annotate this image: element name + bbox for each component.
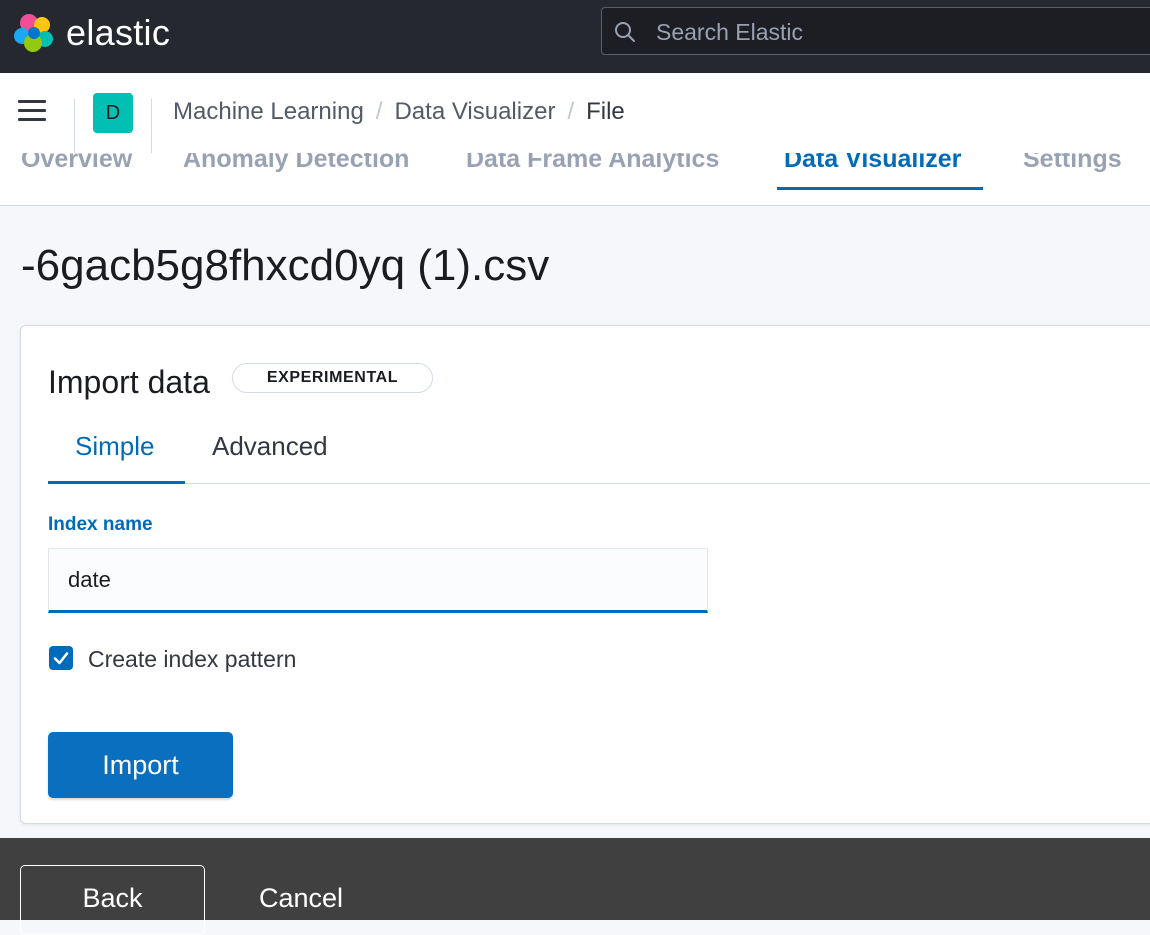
check-icon xyxy=(53,652,69,665)
search-icon xyxy=(615,22,635,42)
tab-settings[interactable]: Settings xyxy=(1023,153,1122,174)
tab-data-frame-analytics[interactable]: Data Frame Analytics xyxy=(466,153,719,174)
experimental-badge: EXPERIMENTAL xyxy=(232,363,433,393)
hamburger-menu-icon[interactable] xyxy=(18,100,48,126)
back-button[interactable]: Back xyxy=(20,865,205,935)
active-tab-indicator xyxy=(48,481,185,484)
import-button[interactable]: Import xyxy=(48,732,233,798)
cancel-button[interactable]: Cancel xyxy=(259,883,343,913)
active-tab-indicator xyxy=(777,187,983,190)
create-index-pattern-checkbox[interactable] xyxy=(49,646,73,670)
global-header: elastic xyxy=(0,0,1150,73)
panel-title: Import data xyxy=(48,364,210,400)
search-input[interactable] xyxy=(654,8,1138,56)
breadcrumb: Machine Learning / Data Visualizer / File xyxy=(173,97,625,127)
tab-advanced[interactable]: Advanced xyxy=(212,430,328,462)
breadcrumb-data-visualizer[interactable]: Data Visualizer xyxy=(394,98,555,125)
bottom-bar: Back Cancel xyxy=(0,838,1150,935)
divider xyxy=(151,99,152,153)
tab-overview[interactable]: Overview xyxy=(21,153,132,174)
global-search[interactable] xyxy=(601,7,1150,56)
tab-anomaly-detection[interactable]: Anomaly Detection xyxy=(183,153,409,174)
tabs-divider xyxy=(48,483,1150,484)
import-data-panel: Import data EXPERIMENTAL Simple Advanced… xyxy=(20,325,1150,824)
breadcrumb-separator: / xyxy=(567,98,575,125)
breadcrumb-file: File xyxy=(586,98,625,125)
space-avatar[interactable]: D xyxy=(93,93,133,133)
divider xyxy=(74,99,75,153)
index-name-label: Index name xyxy=(48,514,153,535)
ml-tabs: Overview Anomaly Detection Data Frame An… xyxy=(0,153,1150,206)
create-index-pattern-label[interactable]: Create index pattern xyxy=(88,645,296,673)
breadcrumb-separator: / xyxy=(375,98,383,125)
brand-name: elastic xyxy=(66,12,171,53)
breadcrumb-bar: D Machine Learning / Data Visualizer / File xyxy=(0,73,1150,154)
tab-data-visualizer[interactable]: Data Visualizer xyxy=(784,153,961,174)
index-name-field[interactable] xyxy=(48,548,708,613)
page-title: -6gacb5g8fhxcd0yq (1).csv xyxy=(21,241,550,290)
elastic-logo-icon[interactable] xyxy=(13,12,55,54)
breadcrumb-machine-learning[interactable]: Machine Learning xyxy=(173,98,364,125)
tab-simple[interactable]: Simple xyxy=(75,430,154,462)
